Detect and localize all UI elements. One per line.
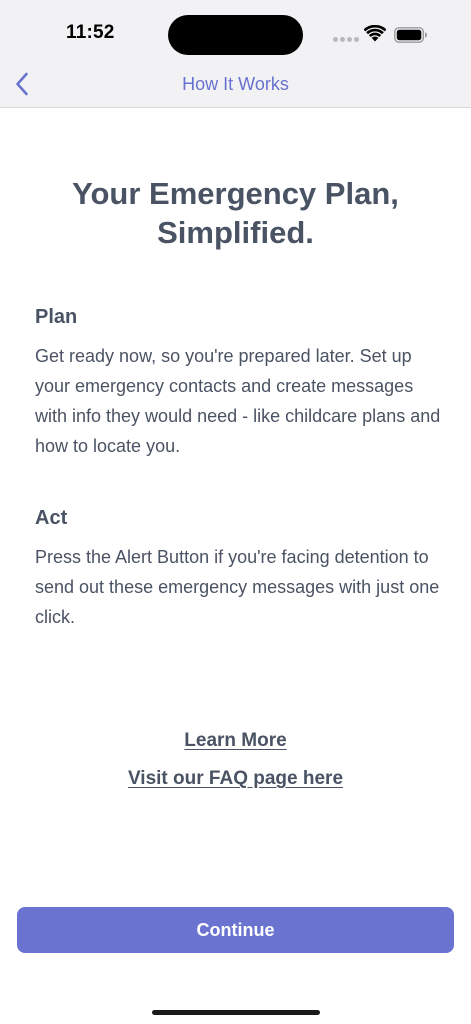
- battery-icon: [394, 27, 427, 43]
- nav-bar: How It Works: [0, 62, 471, 108]
- section-body-act: Press the Alert Button if you're facing …: [35, 547, 440, 627]
- signal-dots-icon: [333, 37, 359, 42]
- wifi-icon: [364, 25, 386, 42]
- status-bar: 11:52: [0, 0, 471, 62]
- section-heading-act: Act: [35, 507, 68, 529]
- status-time: 11:52: [66, 22, 115, 43]
- learn-more-link[interactable]: Learn More: [0, 730, 471, 752]
- page-title: Your Emergency Plan, Simplified.: [72, 176, 399, 250]
- home-indicator: [152, 1010, 320, 1015]
- nav-title: How It Works: [182, 74, 289, 94]
- section-body-plan: Get ready now, so you're prepared later.…: [35, 346, 441, 456]
- dynamic-island: [168, 15, 303, 55]
- continue-button[interactable]: Continue: [17, 907, 454, 953]
- section-heading-plan: Plan: [35, 306, 78, 328]
- faq-link[interactable]: Visit our FAQ page here: [0, 768, 471, 790]
